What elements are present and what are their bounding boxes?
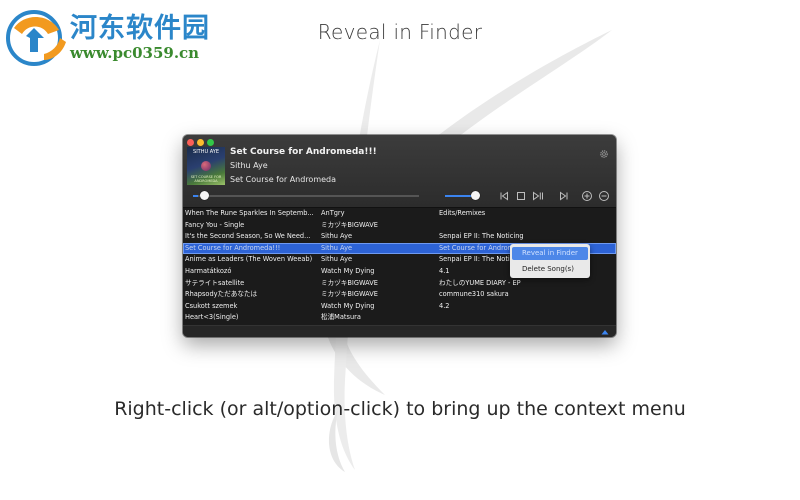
track-album: 4.2 — [439, 301, 450, 310]
track-artist: Watch My Dying — [321, 301, 375, 310]
add-icon[interactable] — [581, 190, 593, 202]
previous-icon[interactable] — [498, 190, 510, 202]
play-pause-icon[interactable] — [532, 190, 544, 202]
track-album: わたしのYUME DIARY - EP — [439, 278, 521, 287]
track-artist: Sithu Aye — [321, 243, 353, 252]
artwork-artist-text: SITHU AYE — [193, 149, 219, 155]
stop-icon[interactable] — [515, 190, 527, 202]
now-playing-title: Set Course for Andromeda!!! — [230, 147, 377, 157]
track-title: Rhapsodyただあなたは — [185, 290, 258, 299]
seek-slider-knob[interactable] — [200, 191, 209, 200]
track-title: Harmatátkozó — [185, 267, 232, 275]
track-title: It's the Second Season, So We Need... — [185, 232, 311, 241]
artwork-planet — [201, 161, 211, 171]
track-artist: Watch My Dying — [321, 267, 375, 275]
track-title: Set Course for Andromeda!!! — [185, 243, 281, 252]
track-album: Edits/Remixes — [439, 209, 486, 217]
track-album: commune310 sakura — [439, 290, 509, 299]
table-row[interactable]: It's the Second Season, So We Need... Si… — [183, 231, 616, 242]
track-title: Heart<3(Single) — [185, 313, 239, 322]
track-artist: Sithu Aye — [321, 255, 353, 264]
seek-progress-fill — [193, 195, 198, 197]
table-row[interactable]: When The Rune Sparkles In Septemb... AnT… — [183, 208, 616, 219]
table-row[interactable]: Heart<3(Single) 松浦Matsura — [183, 312, 616, 323]
remove-icon[interactable] — [598, 190, 610, 202]
player-header: SITHU AYE SET COURSE FOR ANDROMEDA Set C… — [183, 135, 616, 208]
collapse-arrow-icon[interactable] — [601, 329, 609, 335]
zoom-window-button[interactable] — [207, 139, 214, 146]
table-row[interactable]: Fancy You - Single ミカヅキBIGWAVE — [183, 220, 616, 231]
table-row[interactable]: Csukott szemek Watch My Dying 4.2 — [183, 301, 616, 312]
album-artwork: SITHU AYE SET COURSE FOR ANDROMEDA — [187, 147, 225, 185]
status-bar — [183, 325, 616, 337]
track-artist: 松浦Matsura — [321, 313, 361, 322]
next-icon[interactable] — [558, 190, 570, 202]
track-artist: ミカヅキBIGWAVE — [321, 290, 378, 299]
menu-item-delete-songs[interactable]: Delete Song(s) — [512, 263, 588, 276]
track-title: Anime as Leaders (The Woven Weeab) — [185, 255, 313, 264]
page-heading: Reveal in Finder — [317, 20, 483, 44]
track-artist: ミカヅキBIGWAVE — [321, 220, 378, 229]
table-row[interactable]: サテライトsatellite ミカヅキBIGWAVE わたしのYUME DIAR… — [183, 278, 616, 289]
now-playing-album: Set Course for Andromeda — [230, 175, 337, 184]
track-title: Csukott szemek — [185, 301, 238, 310]
site-url: www.pc0359.cn — [70, 44, 200, 62]
minimize-window-button[interactable] — [197, 139, 204, 146]
track-album: Senpai EP II: The Noticing — [439, 232, 524, 241]
close-window-button[interactable] — [187, 139, 194, 146]
track-artist: ミカヅキBIGWAVE — [321, 278, 378, 287]
gear-icon[interactable] — [599, 149, 609, 159]
track-title: サテライトsatellite — [185, 278, 245, 287]
track-artist: Sithu Aye — [321, 232, 353, 241]
now-playing-artist: Sithu Aye — [230, 161, 268, 170]
menu-item-reveal-in-finder[interactable]: Reveal in Finder — [512, 247, 588, 260]
track-title: Fancy You - Single — [185, 220, 245, 229]
player-window: SITHU AYE SET COURSE FOR ANDROMEDA Set C… — [183, 135, 616, 337]
artwork-subtitle-text: SET COURSE FOR ANDROMEDA — [190, 175, 222, 183]
track-title: When The Rune Sparkles In Septemb... — [185, 209, 314, 217]
volume-slider-knob[interactable] — [471, 191, 480, 200]
context-menu: Reveal in Finder Delete Song(s) — [510, 244, 590, 278]
caption-text: Right-click (or alt/option-click) to bri… — [114, 398, 686, 420]
track-artist: AnTgry — [321, 209, 345, 217]
seek-slider[interactable] — [193, 195, 419, 197]
table-row[interactable]: Rhapsodyただあなたは ミカヅキBIGWAVE commune310 sa… — [183, 289, 616, 300]
